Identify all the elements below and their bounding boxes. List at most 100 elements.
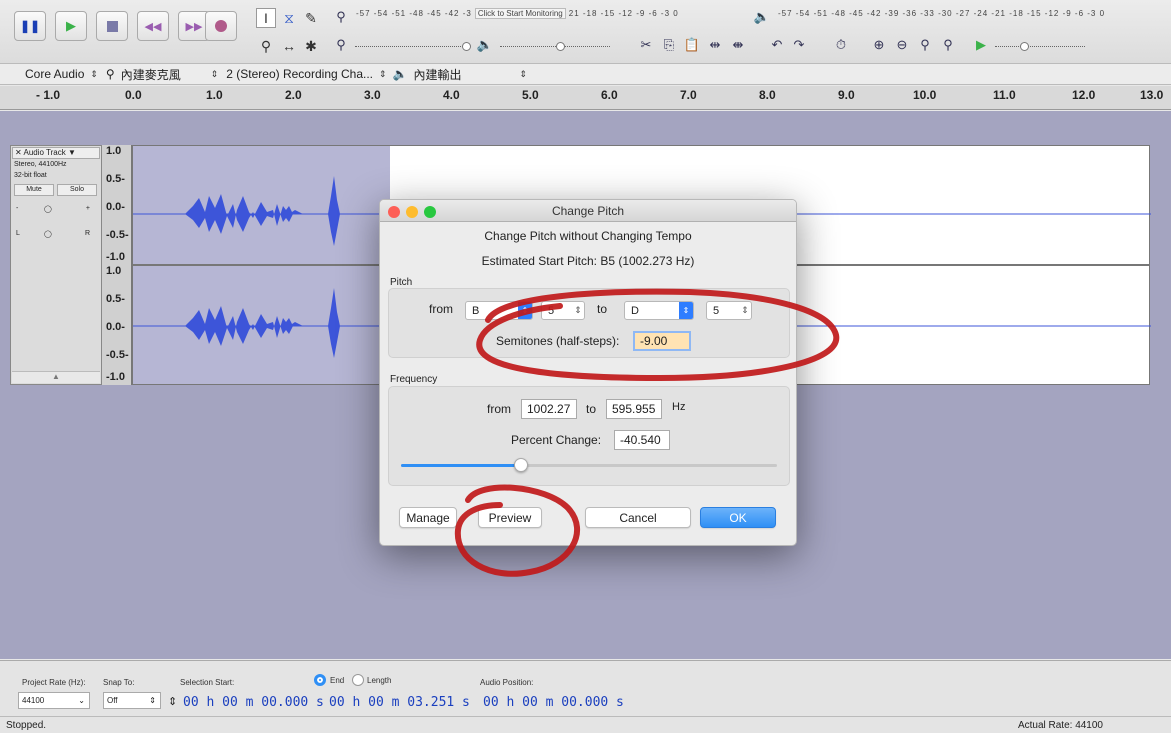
play-at-speed-icon[interactable]: ▶: [972, 36, 990, 54]
zoom-out-icon[interactable]: ⊖: [893, 36, 911, 54]
record-meter-icon[interactable]: ⚲: [332, 8, 350, 26]
freq-from-label: from: [487, 402, 511, 416]
play-button[interactable]: ▶: [55, 11, 87, 41]
mic-volume-slider[interactable]: [355, 46, 465, 47]
speaker-volume-slider[interactable]: [500, 46, 610, 47]
timeline-ruler[interactable]: - 1.0 0.0 1.0 2.0 3.0 4.0 5.0 6.0 7.0 8.…: [0, 86, 1171, 110]
mic-volume-knob[interactable]: [462, 42, 471, 51]
trim-icon[interactable]: ⇹: [706, 36, 724, 54]
track-name-button[interactable]: ✕ Audio Track ▼: [12, 147, 100, 159]
selection-end-time[interactable]: 00 h 00 m 03.251 s: [329, 695, 470, 710]
pause-button[interactable]: ❚❚: [14, 11, 46, 41]
freq-from-input[interactable]: 1002.27: [521, 399, 577, 419]
semitones-input[interactable]: -9.00: [633, 331, 691, 351]
semitones-value: -9.00: [640, 334, 668, 348]
copy-icon[interactable]: ⎘: [660, 36, 678, 54]
chevron-updown-icon: ⇕: [379, 68, 387, 79]
snap-to-value: Off: [107, 696, 118, 705]
timeshift-tool[interactable]: ↔: [279, 36, 299, 56]
record-button[interactable]: [205, 11, 237, 41]
stepper-icon[interactable]: ⇕: [572, 302, 584, 319]
percent-change-slider-knob[interactable]: [514, 458, 529, 472]
undo-icon[interactable]: ↶: [768, 36, 786, 54]
cut-icon[interactable]: ✂: [637, 36, 655, 54]
close-window-button[interactable]: [388, 206, 400, 218]
pan-knob[interactable]: ◯: [44, 230, 52, 238]
host-value: Core Audio: [25, 67, 85, 81]
play-meter[interactable]: -57 -54 -51 -48 -45 -42 -39 -36 -33 -30 …: [778, 5, 1164, 21]
record-meter-label[interactable]: Click to Start Monitoring: [474, 7, 566, 19]
record-meter[interactable]: -57 -54 -51 -48 -45 -42 -3 Click to Star…: [356, 5, 740, 21]
length-radio[interactable]: [352, 674, 364, 686]
zoom-in-icon[interactable]: ⊕: [870, 36, 888, 54]
selection-start-time[interactable]: 00 h 00 m 00.000 s: [183, 695, 324, 710]
ruler-tick: 6.0: [601, 88, 618, 102]
from-note-select[interactable]: B ⇕: [465, 301, 533, 320]
collapse-track-button[interactable]: ▲: [12, 371, 100, 383]
silence-icon[interactable]: ⇼: [729, 36, 747, 54]
gain-knob[interactable]: ◯: [44, 205, 52, 213]
draw-tool[interactable]: ✎: [301, 8, 321, 28]
device-toolbar: Core Audio ⇕ ⚲ 內建麥克風 ⇕ 2 (Stereo) Recordin…: [0, 64, 1171, 85]
pan-slider[interactable]: L ◯ R: [16, 230, 96, 240]
ok-button[interactable]: OK: [700, 507, 776, 528]
magnifier-icon: ⚲: [260, 37, 272, 54]
gain-plus: +: [85, 205, 90, 212]
end-radio[interactable]: [314, 674, 326, 686]
input-device-select[interactable]: 內建麥克風 ⇕: [121, 66, 219, 83]
percent-change-input[interactable]: -40.540: [614, 430, 670, 450]
selection-tool[interactable]: I: [256, 8, 276, 28]
stop-button[interactable]: [96, 11, 128, 41]
to-note-value: D: [631, 304, 639, 317]
host-select[interactable]: Core Audio ⇕: [25, 67, 98, 81]
fit-selection-icon[interactable]: ⚲: [916, 36, 934, 54]
vertical-scale-left[interactable]: 1.0 0.5- 0.0- -0.5- -1.0: [102, 145, 132, 265]
project-rate-select[interactable]: 44100 ⌄: [18, 692, 90, 709]
paste-icon[interactable]: 📋: [683, 36, 701, 54]
channels-select[interactable]: 2 (Stereo) Recording Cha... ⇕: [226, 67, 386, 81]
freq-to-input[interactable]: 595.955: [606, 399, 662, 419]
preview-button[interactable]: Preview: [478, 507, 542, 528]
minimize-window-button[interactable]: [406, 206, 418, 218]
ruler-tick: 12.0: [1072, 88, 1096, 102]
multi-tool-icon: ✱: [305, 37, 317, 54]
gain-slider[interactable]: - ◯ +: [16, 205, 96, 215]
ruler-tick: 2.0: [285, 88, 302, 102]
redo-icon[interactable]: ↷: [790, 36, 808, 54]
dialog-heading: Change Pitch without Changing Tempo: [484, 229, 692, 243]
manage-button[interactable]: Manage: [399, 507, 457, 528]
speaker-icon: 🔈: [392, 67, 408, 81]
dialog-titlebar[interactable]: Change Pitch: [380, 200, 796, 222]
from-octave-spinner[interactable]: 5 ⇕: [541, 301, 585, 320]
chevron-down-icon: ⌄: [78, 696, 85, 705]
close-icon[interactable]: ✕: [15, 148, 22, 157]
ruler-tick: 3.0: [364, 88, 381, 102]
stepper-icon[interactable]: ⇕: [739, 302, 751, 319]
zoom-window-button[interactable]: [424, 206, 436, 218]
gain-minus: -: [16, 205, 19, 212]
snap-to-select[interactable]: Off ⇕: [103, 692, 161, 709]
cancel-button[interactable]: Cancel: [585, 507, 691, 528]
fit-project-icon[interactable]: ⚲: [939, 36, 957, 54]
mute-button[interactable]: Mute: [14, 184, 54, 196]
output-device-select[interactable]: 內建輸出 ⇕: [414, 66, 528, 83]
to-note-select[interactable]: D ⇕: [624, 301, 694, 320]
scale-label: 0.0-: [106, 201, 125, 213]
play-speed-knob[interactable]: [1020, 42, 1029, 51]
skip-start-button[interactable]: ◀◀: [137, 11, 169, 41]
envelope-tool[interactable]: ⧖: [279, 8, 299, 28]
multi-tool[interactable]: ✱: [301, 36, 321, 56]
audio-position-time[interactable]: 00 h 00 m 00.000 s: [483, 695, 624, 710]
sync-lock-icon[interactable]: ⏱: [832, 36, 850, 54]
percent-change-slider[interactable]: [401, 458, 777, 472]
play-speed-slider[interactable]: [995, 46, 1085, 47]
solo-button[interactable]: Solo: [57, 184, 97, 196]
track-control-panel: ✕ Audio Track ▼ Stereo, 44100Hz 32-bit f…: [10, 145, 102, 385]
cancel-label: Cancel: [619, 510, 657, 525]
play-meter-icon[interactable]: 🔈: [753, 8, 771, 26]
speaker-volume-knob[interactable]: [556, 42, 565, 51]
vertical-scale-right[interactable]: 1.0 0.5- 0.0- -0.5- -1.0: [102, 265, 132, 385]
manage-label: Manage: [406, 510, 450, 525]
to-octave-spinner[interactable]: 5 ⇕: [706, 301, 752, 320]
zoom-tool[interactable]: ⚲: [256, 36, 276, 56]
